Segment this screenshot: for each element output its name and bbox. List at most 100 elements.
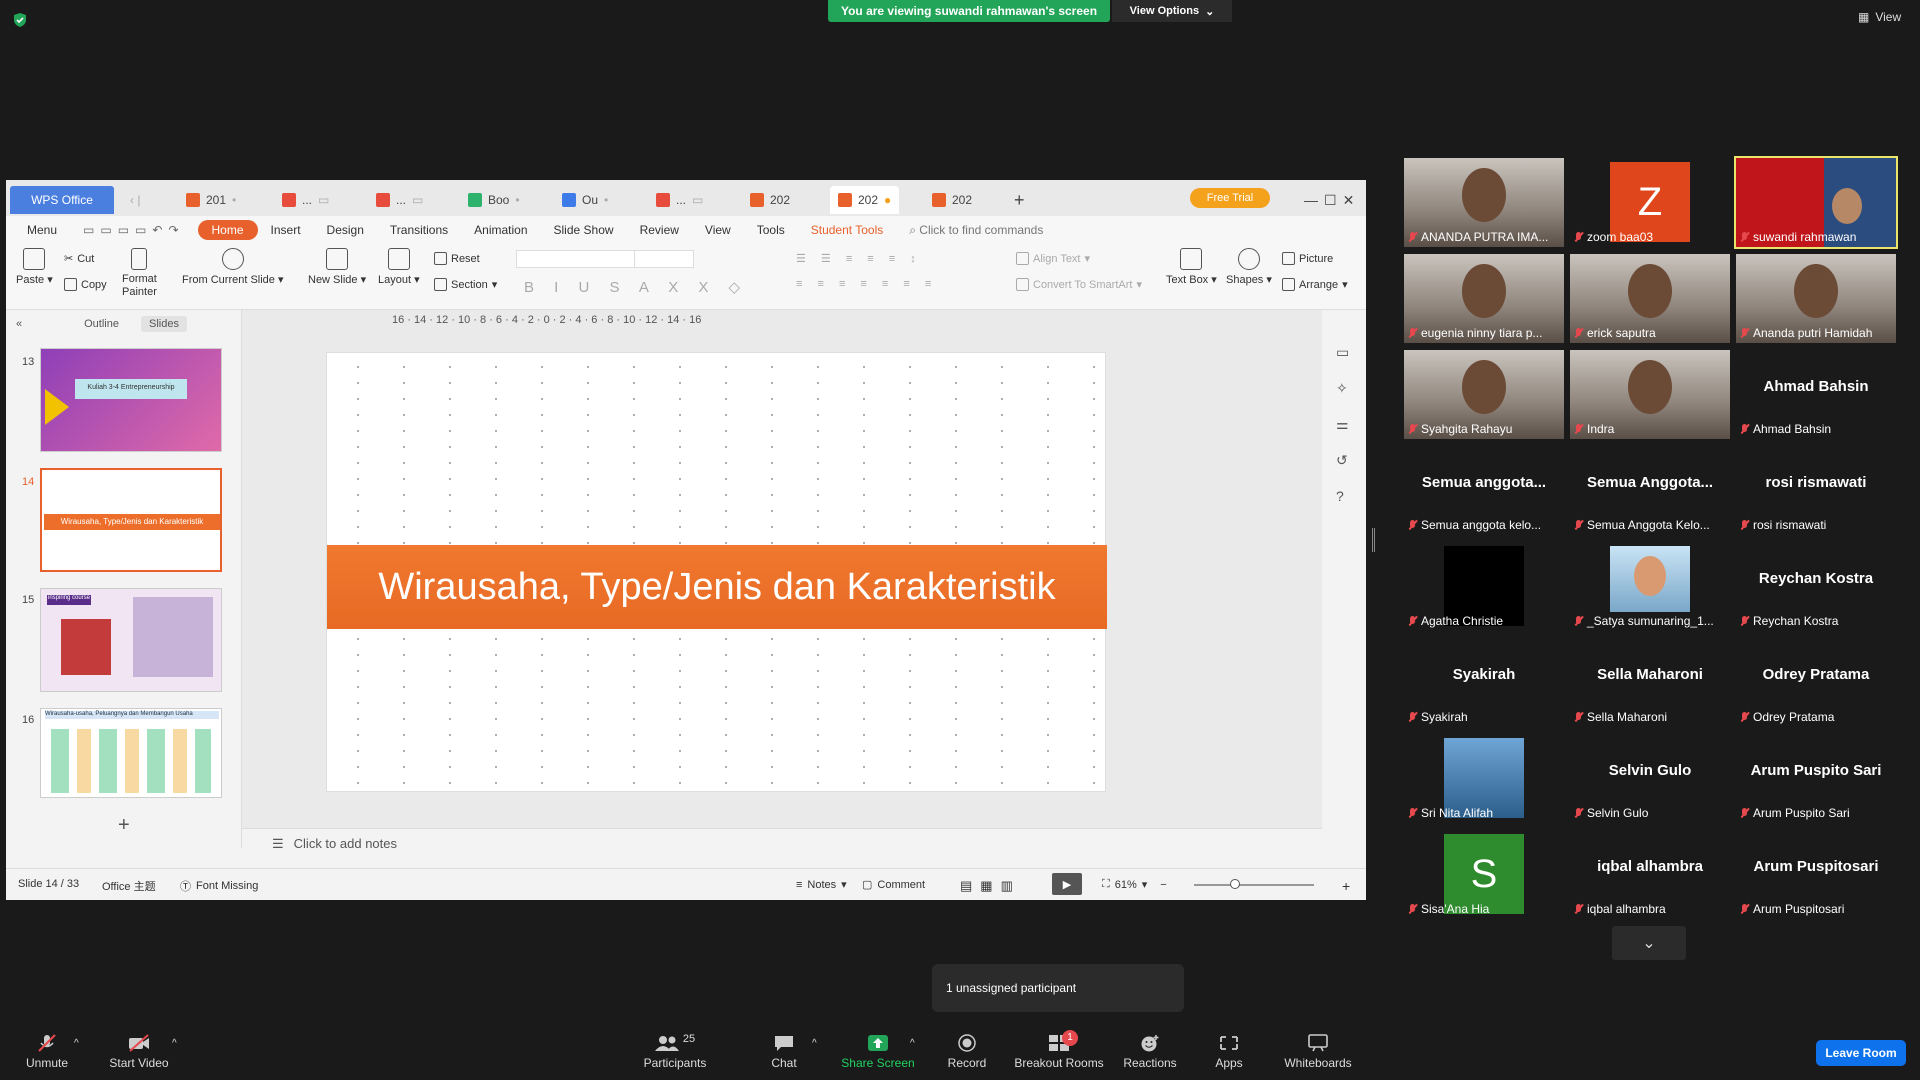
menu-home[interactable]: Home <box>197 220 258 240</box>
participant-tile[interactable]: Odrey Pratama Odrey Pratama <box>1736 638 1896 727</box>
tab-slides[interactable]: Slides <box>140 316 187 332</box>
section-button[interactable]: Section ▾ <box>434 278 497 291</box>
slide-canvas[interactable]: Wirausaha, Type/Jenis dan Karakteristik <box>326 352 1107 792</box>
slide-thumb-16[interactable]: Wirausaha-usaha, Peluangnya dan Membangu… <box>40 708 222 798</box>
whiteboards-button[interactable]: Whiteboards <box>1280 1028 1356 1070</box>
from-current-slide-button[interactable]: From Current Slide ▾ <box>182 248 284 286</box>
doc-tab-5[interactable]: Ou • <box>554 186 616 214</box>
menu-slide-show[interactable]: Slide Show <box>541 223 627 237</box>
zoom-control[interactable]: ⛶ 61% ▾ − <box>1102 878 1167 891</box>
doc-tab-2[interactable]: ... ▭ <box>274 186 337 214</box>
zoom-in-icon[interactable]: + <box>1342 878 1350 894</box>
play-slideshow-icon[interactable]: ▶ <box>1052 873 1082 895</box>
new-tab-plus-icon[interactable]: + <box>1006 186 1033 214</box>
menu-animation[interactable]: Animation <box>461 223 540 237</box>
participant-tile[interactable]: ANANDA PUTRA IMA... <box>1404 158 1564 247</box>
doc-tab-3[interactable]: ... ▭ <box>368 186 431 214</box>
participant-tile[interactable]: Zzoom baa03 <box>1570 158 1730 247</box>
participant-tile[interactable]: Indra <box>1570 350 1730 439</box>
view-button[interactable]: ▦ View <box>1858 10 1901 24</box>
breakout-rooms-button[interactable]: 1 Breakout Rooms <box>1012 1028 1106 1070</box>
participant-tile[interactable]: S Sisa'Ana Hia <box>1404 830 1564 919</box>
menu-button[interactable]: Menu <box>14 223 70 237</box>
convert-smartart-button[interactable]: Convert To SmartArt ▾ <box>1016 278 1142 291</box>
font-size-select[interactable] <box>634 250 694 268</box>
participant-tile[interactable]: suwandi rahmawan <box>1734 156 1898 249</box>
search-commands[interactable]: ⌕ Click to find commands <box>896 223 1056 238</box>
menu-design[interactable]: Design <box>314 223 377 237</box>
collapse-panel-icon[interactable]: « <box>16 318 22 330</box>
share-screen-button[interactable]: Share Screen <box>838 1028 918 1070</box>
paragraph-buttons-row1[interactable]: ☰ ☰ ≡ ≡ ≡ ↕ <box>796 252 922 265</box>
view-options-button[interactable]: View Options ⌄ <box>1112 0 1232 22</box>
quick-access-icons[interactable]: ▭▭▭▭↶↷ <box>70 223 197 237</box>
align-text-button[interactable]: Align Text ▾ <box>1016 252 1090 265</box>
zoom-slider[interactable] <box>1194 879 1314 889</box>
slide-thumb-15[interactable]: inspiring course <box>40 588 222 692</box>
paragraph-buttons-row2[interactable]: ≡ ≡ ≡ ≡ ≡ ≡ ≡ <box>796 278 937 290</box>
doc-tab-7[interactable]: 202 <box>742 186 798 214</box>
menu-insert[interactable]: Insert <box>258 223 314 237</box>
participant-tile[interactable]: rosi rismawati rosi rismawati <box>1736 446 1896 535</box>
doc-tab-4[interactable]: Boo • <box>460 186 528 214</box>
menu-view[interactable]: View <box>692 223 744 237</box>
cut-button[interactable]: ✂ Cut <box>64 252 94 266</box>
participant-tile[interactable]: Selvin Gulo Selvin Gulo <box>1570 734 1730 823</box>
participant-tile[interactable]: Agatha Christie <box>1404 542 1564 631</box>
slide-title-text[interactable]: Wirausaha, Type/Jenis dan Karakteristik <box>378 566 1055 609</box>
participant-tile[interactable]: Sella Maharoni Sella Maharoni <box>1570 638 1730 727</box>
shapes-button[interactable]: Shapes ▾ <box>1226 248 1272 286</box>
paste-button[interactable]: Paste ▾ <box>16 248 53 286</box>
participants-button[interactable]: 25 Participants <box>640 1028 710 1070</box>
minimize-icon[interactable]: — <box>1304 192 1318 208</box>
record-button[interactable]: Record <box>944 1028 990 1070</box>
maximize-icon[interactable]: ☐ <box>1324 192 1337 209</box>
window-controls[interactable]: — ☐ ✕ <box>1296 186 1362 214</box>
slide-thumb-13[interactable]: Kuliah 3-4 Entrepreneurship <box>40 348 222 452</box>
audio-options-chevron-icon[interactable]: ^ <box>74 1038 79 1049</box>
start-video-button[interactable]: Start Video <box>106 1028 172 1070</box>
new-slide-button[interactable]: New Slide ▾ <box>308 248 366 286</box>
doc-tab-6[interactable]: ... ▭ <box>648 186 711 214</box>
participant-tile[interactable]: Arum Puspito Sari Arum Puspito Sari <box>1736 734 1896 823</box>
close-icon[interactable]: ✕ <box>1343 192 1355 209</box>
copy-button[interactable]: Copy <box>64 278 107 291</box>
format-painter-button[interactable]: Format Painter <box>122 248 157 299</box>
participant-tile[interactable]: Ahmad Bahsin Ahmad Bahsin <box>1736 350 1896 439</box>
participant-tile[interactable]: iqbal alhambra iqbal alhambra <box>1570 830 1730 919</box>
menu-review[interactable]: Review <box>627 223 692 237</box>
add-slide-icon[interactable]: + <box>118 814 130 837</box>
participant-tile[interactable]: Ananda putri Hamidah <box>1736 254 1896 343</box>
participant-tile[interactable]: _Satya sumunaring_1... <box>1570 542 1730 631</box>
gallery-scroll-down-button[interactable]: ⌄ <box>1612 926 1686 960</box>
leave-room-button[interactable]: Leave Room <box>1816 1040 1906 1066</box>
title-banner[interactable]: Wirausaha, Type/Jenis dan Karakteristik <box>327 545 1107 629</box>
video-options-chevron-icon[interactable]: ^ <box>172 1038 177 1049</box>
notes-pane[interactable]: ☰ Click to add notes <box>242 828 1322 858</box>
layout-button[interactable]: Layout ▾ <box>378 248 420 286</box>
arrange-button[interactable]: Arrange ▾ <box>1282 278 1348 291</box>
comment-button[interactable]: ▢ Comment <box>862 878 925 892</box>
participant-tile[interactable]: Reychan Kostra Reychan Kostra <box>1736 542 1896 631</box>
nav-arrows[interactable]: ‹ | <box>122 186 148 214</box>
doc-tab-9[interactable]: 202 <box>924 186 980 214</box>
picture-button[interactable]: Picture <box>1282 252 1333 265</box>
participant-tile[interactable]: Syakirah Syakirah <box>1404 638 1564 727</box>
participant-tile[interactable]: Arum Puspitosari Arum Puspitosari <box>1736 830 1896 919</box>
notes-toggle[interactable]: ≡ Notes ▾ <box>796 878 847 892</box>
participant-tile[interactable]: Semua anggota... Semua anggota kelo... <box>1404 446 1564 535</box>
free-trial-button[interactable]: Free Trial <box>1190 188 1270 208</box>
participant-tile[interactable]: Sri Nita Alifah <box>1404 734 1564 823</box>
doc-tab-active[interactable]: 202 ● <box>830 186 900 214</box>
apps-button[interactable]: Apps <box>1210 1028 1248 1070</box>
menu-student-tools[interactable]: Student Tools <box>798 223 897 237</box>
font-missing-button[interactable]: Ⓣ Font Missing <box>180 878 258 894</box>
reset-button[interactable]: Reset <box>434 252 480 265</box>
font-style-buttons[interactable]: B I U S A X X ◇ <box>524 278 748 296</box>
menu-tools[interactable]: Tools <box>744 223 798 237</box>
participant-tile[interactable]: erick saputra <box>1570 254 1730 343</box>
slide-thumb-14[interactable]: Wirausaha, Type/Jenis dan Karakteristik <box>40 468 222 572</box>
theme-name[interactable]: Office 主题 <box>102 878 156 894</box>
share-options-chevron-icon[interactable]: ^ <box>910 1038 915 1049</box>
participant-tile[interactable]: eugenia ninny tiara p... <box>1404 254 1564 343</box>
